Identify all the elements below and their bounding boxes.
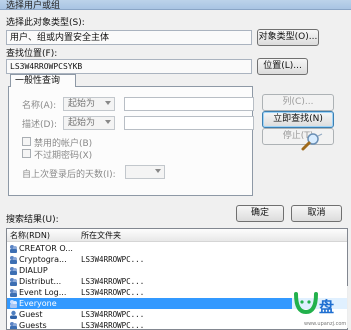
disabled-accounts-checkbox[interactable] (22, 137, 31, 146)
user-icon (10, 310, 17, 319)
group-icon (10, 278, 17, 286)
group-icon (10, 245, 17, 253)
days-since-logon-label: 自上次登录后的天数(I): (22, 170, 116, 180)
column-header-name[interactable]: 名称(RDN) (10, 230, 50, 241)
description-input[interactable] (124, 116, 254, 130)
results-header: 名称(RDN) 所在文件夹 (7, 229, 347, 242)
title-bar: 选择用户或组 (0, 0, 351, 11)
columns-button[interactable]: 列(C)... (262, 94, 334, 111)
upanzj-watermark-logo: 盘 www.upanzj.com (292, 286, 348, 328)
non-expiring-password-checkbox[interactable] (22, 149, 31, 158)
chevron-down-icon (105, 101, 111, 105)
group-icon (10, 300, 17, 308)
column-header-folder[interactable]: 所在文件夹 (81, 230, 121, 241)
svg-text:www.upanzj.com: www.upanzj.com (304, 321, 346, 327)
list-item[interactable]: Cryptogra... LS3W4RROWPC... (7, 254, 347, 265)
find-now-button[interactable]: 立即查找(N) (262, 111, 334, 128)
group-icon (10, 256, 17, 264)
list-item[interactable]: CREATOR O... (7, 243, 347, 254)
window-title: 选择用户或组 (6, 1, 61, 11)
select-users-dialog: 选择用户或组 选择此对象类型(S): 用户、组或内置安全主体 对象类型(O)..… (0, 0, 351, 330)
cancel-button[interactable]: 取消 (291, 205, 342, 222)
name-label: 名称(A): (22, 101, 57, 111)
chevron-down-icon (105, 120, 111, 124)
group-icon (10, 289, 17, 297)
object-type-field: 用户、组或内置安全主体 (6, 30, 252, 45)
days-since-logon-select[interactable] (125, 165, 165, 179)
name-mode-select[interactable]: 起始为 (63, 97, 115, 111)
chevron-down-icon (155, 169, 161, 173)
location-label: 查找位置(F): (6, 49, 58, 59)
name-mode-value: 起始为 (68, 99, 96, 109)
group-icon (10, 267, 17, 275)
description-mode-value: 起始为 (68, 118, 96, 128)
tab-common-queries[interactable]: 一般性查询 (10, 74, 76, 87)
object-type-label: 选择此对象类型(S): (6, 18, 85, 28)
list-item[interactable]: DIALUP (7, 265, 347, 276)
object-types-button[interactable]: 对象类型(O)... (257, 29, 319, 46)
description-label: 描述(D): (22, 120, 57, 130)
ok-button[interactable]: 确定 (236, 205, 284, 222)
search-results-label: 搜索结果(U): (6, 215, 59, 225)
non-expiring-password-label: 不过期密码(X) (34, 151, 93, 161)
description-mode-select[interactable]: 起始为 (63, 116, 115, 130)
group-icon (10, 322, 17, 329)
svg-text:盘: 盘 (319, 298, 334, 316)
search-icon (301, 133, 323, 151)
locations-button[interactable]: 位置(L)... (257, 58, 308, 75)
location-field: LS3W4RROWPCSYKB (6, 59, 252, 74)
name-input[interactable] (124, 97, 254, 111)
